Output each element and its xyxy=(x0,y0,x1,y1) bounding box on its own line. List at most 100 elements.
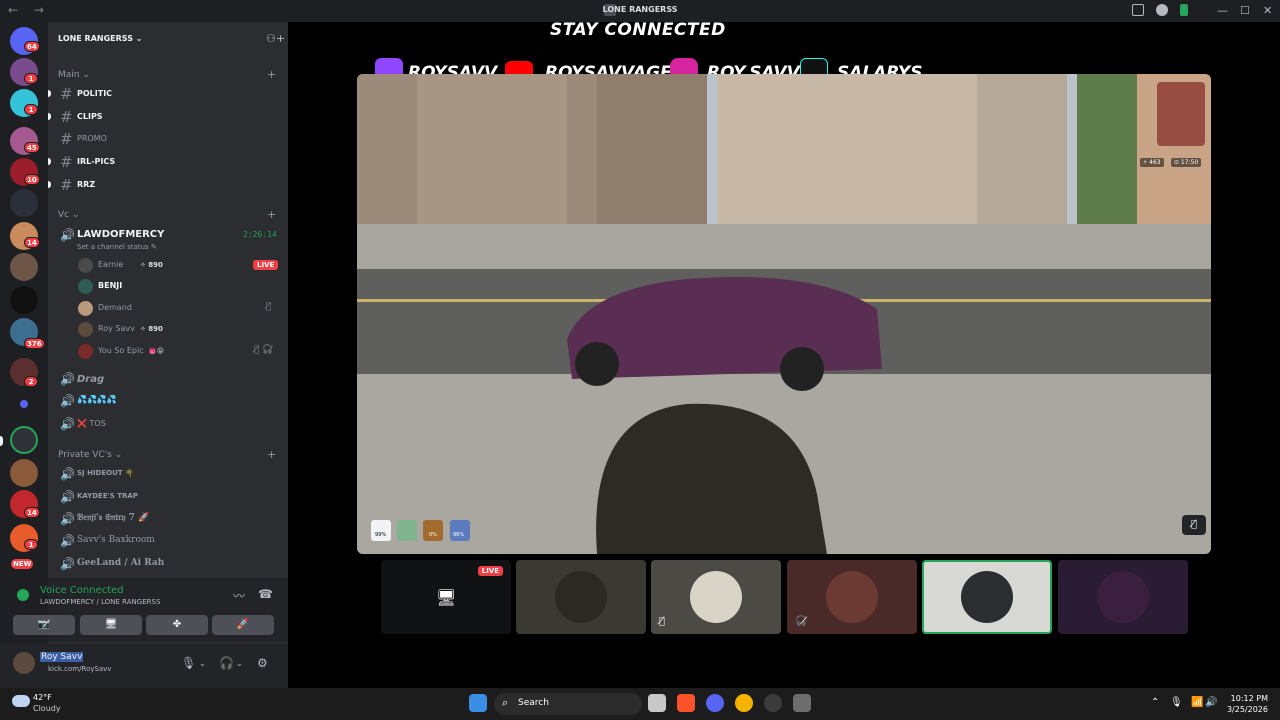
activities-button[interactable]: ✤ xyxy=(146,615,208,635)
channel-clips[interactable]: # CLIPS xyxy=(48,107,280,127)
settings-icon[interactable] xyxy=(793,694,811,712)
minimize-button[interactable]: — xyxy=(1217,4,1228,17)
hash-icon: # xyxy=(60,130,73,148)
avatar[interactable] xyxy=(13,652,35,674)
chevron-down-icon[interactable]: ⌄ xyxy=(236,659,243,668)
tray-overflow-icon[interactable]: ⌃ xyxy=(1151,697,1159,708)
server-name[interactable]: LONE RANGERSS ⌄ xyxy=(58,34,142,43)
brave-icon[interactable] xyxy=(677,694,695,712)
channel-irl-pics[interactable]: # IRL-PICS xyxy=(48,152,280,172)
add-channel-icon[interactable]: + xyxy=(267,208,276,221)
screen-share-video[interactable] xyxy=(357,74,1211,554)
maximize-button[interactable]: ☐ xyxy=(1240,4,1250,17)
tray-mic-icon[interactable]: 🎙 xyxy=(1170,697,1183,708)
voice-member[interactable]: Demand 🎙̸ xyxy=(78,299,278,319)
participant-tile-2[interactable] xyxy=(516,560,646,634)
voice-channel-drag[interactable]: 🔊 Drag xyxy=(58,369,280,389)
voice-channel-label: KAYDEE'S TRAP xyxy=(77,492,138,500)
download-icon[interactable] xyxy=(1180,4,1188,16)
voice-channel-splash[interactable]: 🔊 💦💦💦💦 xyxy=(58,391,280,411)
category-private-vcs[interactable]: Private VC's ⌄ xyxy=(58,450,122,460)
voice-channel-sj-hideout[interactable]: 🔊 SJ HIDEOUT 🌴 xyxy=(58,464,280,484)
server-icon[interactable] xyxy=(10,426,38,454)
avatar xyxy=(78,301,93,316)
system-clock[interactable]: 10:12 PM 3/25/2026 xyxy=(1226,693,1268,715)
member-tag: ✧ 890 xyxy=(140,325,163,333)
voice-channel-tos[interactable]: 🔊 ❌ TOS xyxy=(58,414,280,434)
voice-member[interactable]: BENJI xyxy=(78,277,278,297)
folder-dot-icon[interactable] xyxy=(20,400,28,408)
participant-tile-4[interactable]: 🎧̸ xyxy=(787,560,917,634)
member-name: Demand xyxy=(98,303,132,312)
channel-promo[interactable]: # PROMO xyxy=(58,129,280,149)
category-vc[interactable]: Vc ⌄ xyxy=(58,210,80,220)
server-icon[interactable] xyxy=(10,459,38,487)
health-indicator: 99% xyxy=(371,520,391,541)
voice-channel-benjis-entry[interactable]: 🔊 𝔅𝔢𝔫𝔧𝔦'𝔰 𝔈𝔫𝔱𝔯𝔶 7 🚀 xyxy=(58,509,280,529)
channel-politic[interactable]: # POLITIC xyxy=(48,84,280,104)
share-screen-button[interactable]: 🖥 xyxy=(80,615,142,635)
cloud-icon[interactable] xyxy=(12,695,30,707)
voice-connected-label[interactable]: Voice Connected xyxy=(40,585,124,596)
server-icon[interactable] xyxy=(10,253,38,281)
avatar xyxy=(961,571,1013,623)
category-main[interactable]: Main ⌄ xyxy=(58,70,90,80)
server-icon[interactable] xyxy=(10,189,38,217)
add-channel-icon[interactable]: + xyxy=(267,68,276,81)
username[interactable]: Roy Savv xyxy=(40,652,84,662)
voice-member[interactable]: Roy Savv ✧ 890 xyxy=(78,320,278,340)
chrome-icon[interactable] xyxy=(735,694,753,712)
soundboard-button[interactable]: 🚀 xyxy=(212,615,274,635)
voice-channel-kaydees-trap[interactable]: 🔊 KAYDEE'S TRAP xyxy=(58,487,280,507)
live-badge: LIVE xyxy=(477,566,503,576)
clock-time: 10:12 PM xyxy=(1230,694,1268,703)
voice-channel-label: Savv's Baxkroom xyxy=(77,535,155,545)
hud-stat: 96% xyxy=(453,532,465,538)
member-name: BENJI xyxy=(98,281,123,290)
stream-mute-button[interactable]: 🎙̸ xyxy=(1182,515,1206,535)
chevron-down-icon[interactable]: ⌄ xyxy=(199,659,206,668)
unread-indicator xyxy=(48,90,51,97)
channel-status-hint[interactable]: Set a channel status ✎ xyxy=(77,243,157,251)
add-member-icon[interactable]: ⚇+ xyxy=(266,32,285,45)
close-button[interactable]: ✕ xyxy=(1263,4,1272,17)
noise-suppression-icon[interactable]: 〰 xyxy=(233,587,245,604)
add-channel-icon[interactable]: + xyxy=(267,448,276,461)
live-badge: LIVE xyxy=(253,260,279,270)
weather-temp[interactable]: 42°F xyxy=(33,693,52,702)
start-icon[interactable] xyxy=(469,694,487,712)
taskbar-search[interactable]: ⌕ Search xyxy=(494,693,642,715)
inbox-icon[interactable] xyxy=(1132,4,1144,16)
voice-channel-geeland[interactable]: 🔊 GeeLand / Ai Rah xyxy=(58,554,280,574)
wifi-icon[interactable]: 📶 xyxy=(1191,697,1203,708)
participant-tile-6[interactable] xyxy=(1058,560,1188,634)
disconnect-icon[interactable]: ☎ xyxy=(258,587,273,601)
help-icon[interactable] xyxy=(1156,4,1168,16)
app-icon[interactable] xyxy=(764,694,782,712)
participant-tile-5[interactable] xyxy=(922,560,1052,634)
participant-tile-3[interactable]: 🎙̸ xyxy=(651,560,781,634)
discord-icon[interactable] xyxy=(706,694,724,712)
deafened-icon: 🎧̸ xyxy=(795,616,808,627)
voice-member[interactable]: Earnie ✧ 890 LIVE xyxy=(78,256,279,276)
unread-badge: 14 xyxy=(24,237,40,248)
settings-gear-icon[interactable]: ⚙ xyxy=(257,656,268,670)
hash-icon: # xyxy=(60,108,73,126)
server-icon[interactable] xyxy=(10,286,38,314)
screen-share-tile[interactable]: 🖥 LIVE xyxy=(381,560,511,634)
hash-icon: # xyxy=(60,176,73,194)
channel-rrz[interactable]: # RRZ xyxy=(48,175,280,195)
voice-channel-path[interactable]: LAWDOFMERCY / LONE RANGERSS xyxy=(40,598,160,606)
weather-condition[interactable]: Cloudy xyxy=(33,704,61,713)
unread-badge: 376 xyxy=(24,338,45,349)
voice-member[interactable]: You So Epic 👅😝 🎙̸ 🎧̸ xyxy=(78,342,278,362)
headset-icon[interactable]: 🎧 xyxy=(219,656,234,670)
signal-icon[interactable] xyxy=(17,589,29,601)
microphone-icon[interactable]: 🎙 xyxy=(181,656,196,670)
hud-clock: ⊙ 17:50 xyxy=(1171,158,1202,167)
camera-button[interactable]: 📷̸ xyxy=(13,615,75,635)
avatar xyxy=(78,279,93,294)
voice-channel-savvs-baxkroom[interactable]: 🔊 Savv's Baxkroom xyxy=(58,531,280,551)
task-view-icon[interactable] xyxy=(648,694,666,712)
volume-icon[interactable]: 🔊 xyxy=(1205,697,1217,708)
